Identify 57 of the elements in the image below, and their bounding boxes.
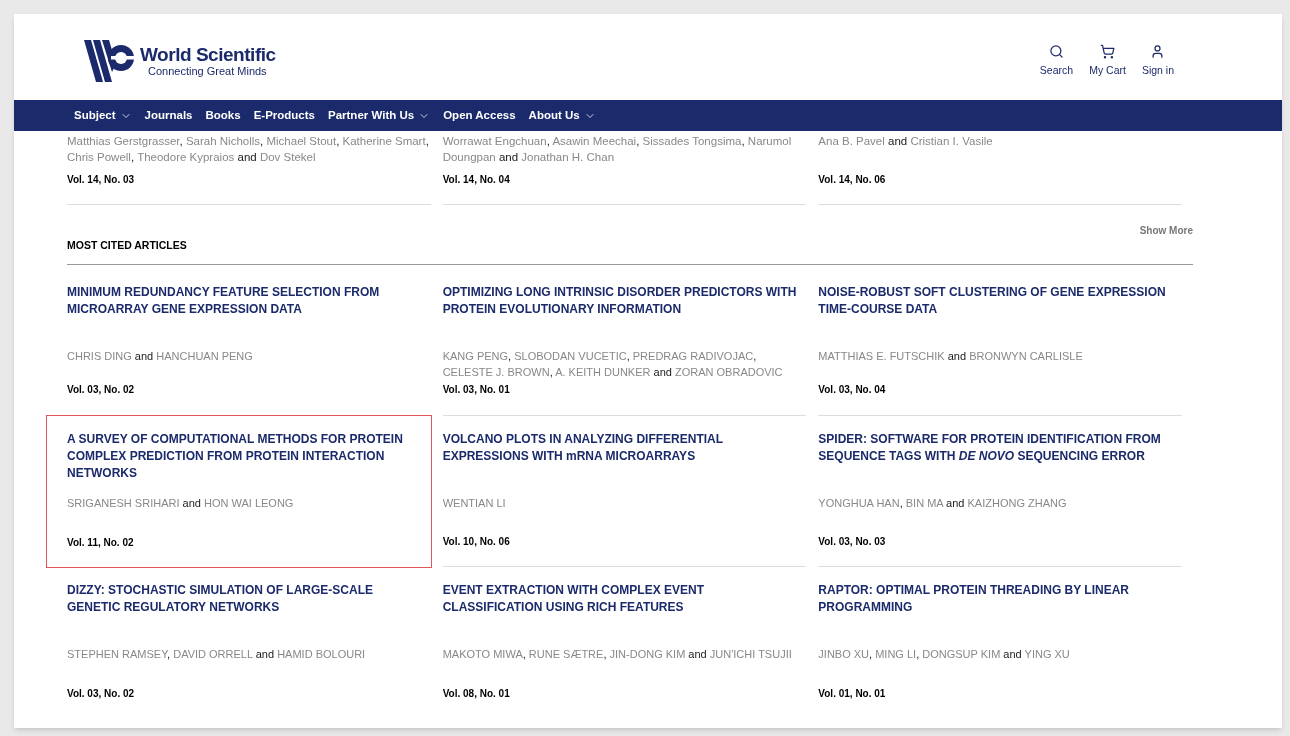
volume-label: Vol. 14, No. 03 xyxy=(67,173,136,187)
article-title[interactable]: DIZZY: STOCHASTIC SIMULATION OF LARGE-SCALE GENETIC REGULATORY NETWORKS xyxy=(67,581,431,633)
article-title[interactable]: VOLCANO PLOTS IN ANALYZING DIFFERENTIAL EXPRESSIONS WITH mRNA MICROARRAYS xyxy=(442,430,807,482)
volume-label: Vol. 14, No. 06 xyxy=(818,173,887,187)
volume-label: Vol. 08, No. 01 xyxy=(442,686,511,701)
article-card[interactable]: NOISE-ROBUST SOFT CLUSTERING OF GENE EXPRESSION TIME-COURSE DATA MATTHIAS E. FUTSCHIK and BRONWYN CARLISLE Vol. 03, No. 04 xyxy=(818,264,1182,416)
nav-link[interactable]: Partner With Us xyxy=(328,106,431,125)
logo-icon xyxy=(84,40,136,82)
nav-link[interactable]: Subject xyxy=(74,106,132,125)
article-title[interactable]: A SURVEY OF COMPUTATIONAL METHODS FOR PROTEIN COMPLEX PREDICTION FROM PROTEIN INTERACTION NETWORKS xyxy=(67,430,431,482)
show-more-link[interactable]: Show More xyxy=(1139,223,1193,238)
volume-label: Vol. 03, No. 01 xyxy=(442,382,511,397)
article-title[interactable]: NOISE-ROBUST SOFT CLUSTERING OF GENE EXPRESSION TIME-COURSE DATA xyxy=(818,283,1182,335)
cart-icon xyxy=(1100,43,1115,59)
volume-label: Vol. 03, No. 03 xyxy=(818,534,887,549)
volume-label: Vol. 03, No. 02 xyxy=(67,382,136,397)
article-card[interactable]: DIZZY: STOCHASTIC SIMULATION OF LARGE-SCALE GENETIC REGULATORY NETWORKS STEPHEN RAMSEY, DAVID ORRELL and HAMID BOLOURI Vol. 03, No. 02 xyxy=(67,566,431,718)
author-list: YONGHUA HAN, BIN MA and KAIZHONG ZHANG xyxy=(818,494,1182,511)
author-list: MAKOTO MIWA, RUNE SÆTRE, JIN-DONG KIM and JUN'ICHI TSUJII xyxy=(442,645,807,662)
article-card[interactable]: EVENT EXTRACTION WITH COMPLEX EVENT CLASSIFICATION USING RICH FEATURES MAKOTO MIWA, RUNE SÆTRE, JIN-DONG KIM and JUN'ICHI TSUJII Vol. 08, No. 01 xyxy=(442,566,807,718)
section-heading: MOST CITED ARTICLES xyxy=(67,238,188,253)
author-list: Ana B. Pavel and Cristian I. Vasile xyxy=(818,133,1182,149)
search-button[interactable]: Search xyxy=(1039,43,1074,79)
article-card[interactable]: VOLCANO PLOTS IN ANALYZING DIFFERENTIAL EXPRESSIONS WITH mRNA MICROARRAYS WENTIAN LI Vol. 10, No. 06 xyxy=(442,415,807,567)
volume-label: Vol. 01, No. 01 xyxy=(818,686,887,701)
author-list: MATTHIAS E. FUTSCHIK and BRONWYN CARLISLE xyxy=(818,347,1182,364)
author-list: STEPHEN RAMSEY, DAVID ORRELL and HAMID BOLOURI xyxy=(67,645,431,662)
brand-tagline: Connecting Great Minds xyxy=(147,65,268,77)
author-list: WENTIAN LI xyxy=(442,494,807,511)
volume-label: Vol. 03, No. 02 xyxy=(67,686,136,701)
volume-label: Vol. 03, No. 04 xyxy=(818,382,887,397)
nav-link[interactable]: About Us xyxy=(528,106,596,125)
author-list: SRIGANESH SRIHARI and HON WAI LEONG xyxy=(67,494,431,511)
article-title[interactable]: RAPTOR: OPTIMAL PROTEIN THREADING BY LINEAR PROGRAMMING xyxy=(818,581,1182,633)
user-icon xyxy=(1150,43,1166,59)
author-list: JINBO XU, MING LI, DONGSUP KIM and YING XU xyxy=(818,645,1182,662)
nav-link[interactable]: Open Access xyxy=(443,106,516,125)
article-title[interactable]: OPTIMIZING LONG INTRINSIC DISORDER PREDICTORS WITH PROTEIN EVOLUTIONARY INFORMATION xyxy=(442,283,807,335)
author-list: CHRIS DING and HANCHUAN PENG xyxy=(67,347,431,364)
author-list: KANG PENG, SLOBODAN VUCETIC, PREDRAG RADIVOJAC, CELESTE J. BROWN, A. KEITH DUNKER and ZORAN OBRADOVIC xyxy=(442,347,807,380)
article-card[interactable]: SPIDER: SOFTWARE FOR PROTEIN IDENTIFICATION FROM SEQUENCE TAGS WITH DE NOVO SEQUENCING ERROR YONGHUA HAN, BIN MA and KAIZHONG ZHANG Vol. 03, No. 03 xyxy=(818,415,1182,567)
volume-label: Vol. 14, No. 04 xyxy=(442,173,511,187)
nav-link[interactable]: E-Products xyxy=(253,106,315,125)
author-list: Matthias Gerstgrasser, Sarah Nicholls, Michael Stout, Katherine Smart, Chris Powell, Theodore Kypraios and Dov Stekel xyxy=(67,133,431,165)
user-button[interactable]: Sign in xyxy=(1141,43,1174,79)
article-title[interactable]: EVENT EXTRACTION WITH COMPLEX EVENT CLASSIFICATION USING RICH FEATURES xyxy=(442,581,807,633)
article-card[interactable]: RAPTOR: OPTIMAL PROTEIN THREADING BY LINEAR PROGRAMMING JINBO XU, MING LI, DONGSUP KIM and YING XU Vol. 01, No. 01 xyxy=(818,566,1182,718)
brand-name: World Scientific xyxy=(140,45,276,65)
nav-link[interactable]: Books xyxy=(205,106,241,125)
nav-link[interactable]: Journals xyxy=(144,106,193,125)
cart-button[interactable]: My Cart xyxy=(1089,43,1126,79)
article-title[interactable]: MINIMUM REDUNDANCY FEATURE SELECTION FROM MICROARRAY GENE EXPRESSION DATA xyxy=(67,283,431,335)
search-icon xyxy=(1049,43,1064,59)
author-list: Worrawat Engchuan, Asawin Meechai, Sissades Tongsima, Narumol Doungpan and Jonathan H. Chan xyxy=(442,133,807,165)
article-title[interactable]: SPIDER: SOFTWARE FOR PROTEIN IDENTIFICATION FROM SEQUENCE TAGS WITH DE NOVO SEQUENCING ERROR xyxy=(818,430,1182,482)
volume-label: Vol. 10, No. 06 xyxy=(442,534,511,549)
volume-label: Vol. 11, No. 02 xyxy=(67,535,135,550)
